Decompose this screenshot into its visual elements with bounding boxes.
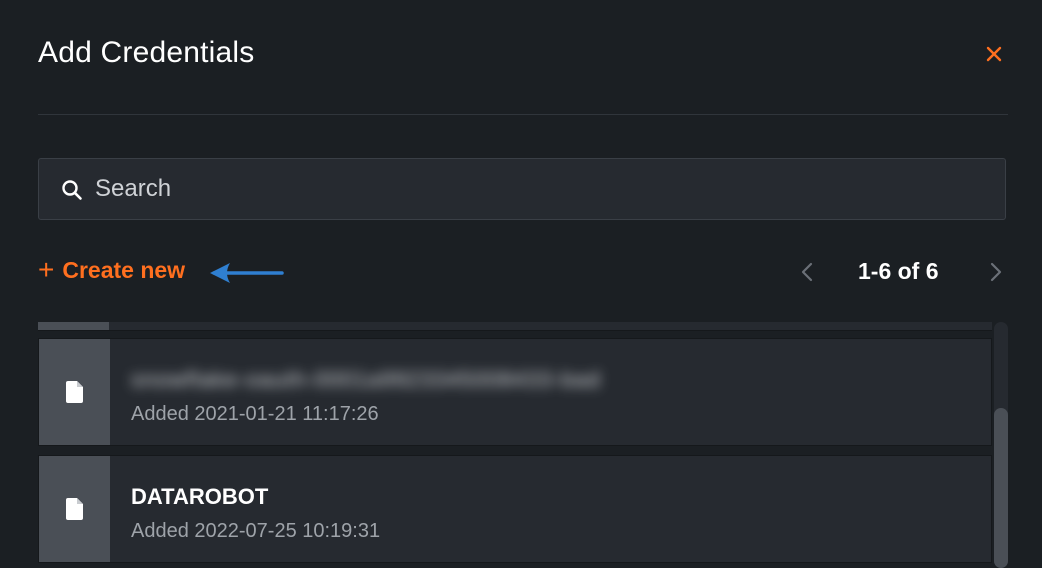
add-credentials-dialog: Add Credentials + Create new 1-6 of 6	[0, 0, 1042, 568]
search-icon	[62, 180, 82, 200]
list-item-icon-column	[39, 456, 110, 562]
close-icon	[986, 46, 1002, 62]
credential-added-date: Added 2021-01-21 11:17:26	[131, 403, 379, 425]
search-box[interactable]	[38, 158, 1006, 220]
list-item-partial[interactable]	[38, 322, 992, 331]
scrollbar-thumb[interactable]	[994, 408, 1008, 568]
list-item-icon-column	[39, 339, 110, 445]
annotation-arrow-icon	[210, 263, 284, 283]
plus-icon: +	[38, 254, 55, 285]
create-new-label: Create new	[62, 256, 186, 283]
pagination-label: 1-6 of 6	[858, 258, 939, 284]
list-item[interactable]: snowflake-oauth-0001a9923345008433-bad A…	[38, 338, 992, 446]
chevron-left-icon[interactable]	[795, 258, 819, 286]
credential-name: snowflake-oauth-0001a9923345008433-bad	[131, 367, 601, 392]
create-new-button[interactable]: + Create new	[38, 256, 185, 284]
list-item-icon-column	[38, 322, 109, 330]
credential-name: DATAROBOT	[131, 484, 269, 509]
dialog-title: Add Credentials	[38, 36, 255, 69]
header-divider	[38, 114, 1008, 115]
list-item[interactable]: DATAROBOT Added 2022-07-25 10:19:31	[38, 455, 992, 563]
document-icon	[65, 498, 83, 520]
document-icon	[65, 381, 83, 403]
credential-added-date: Added 2022-07-25 10:19:31	[131, 520, 381, 542]
credentials-list: snowflake-oauth-0001a9923345008433-bad A…	[38, 322, 1008, 568]
search-input[interactable]	[95, 159, 975, 219]
chevron-right-icon[interactable]	[984, 258, 1008, 286]
close-button[interactable]	[980, 40, 1008, 68]
